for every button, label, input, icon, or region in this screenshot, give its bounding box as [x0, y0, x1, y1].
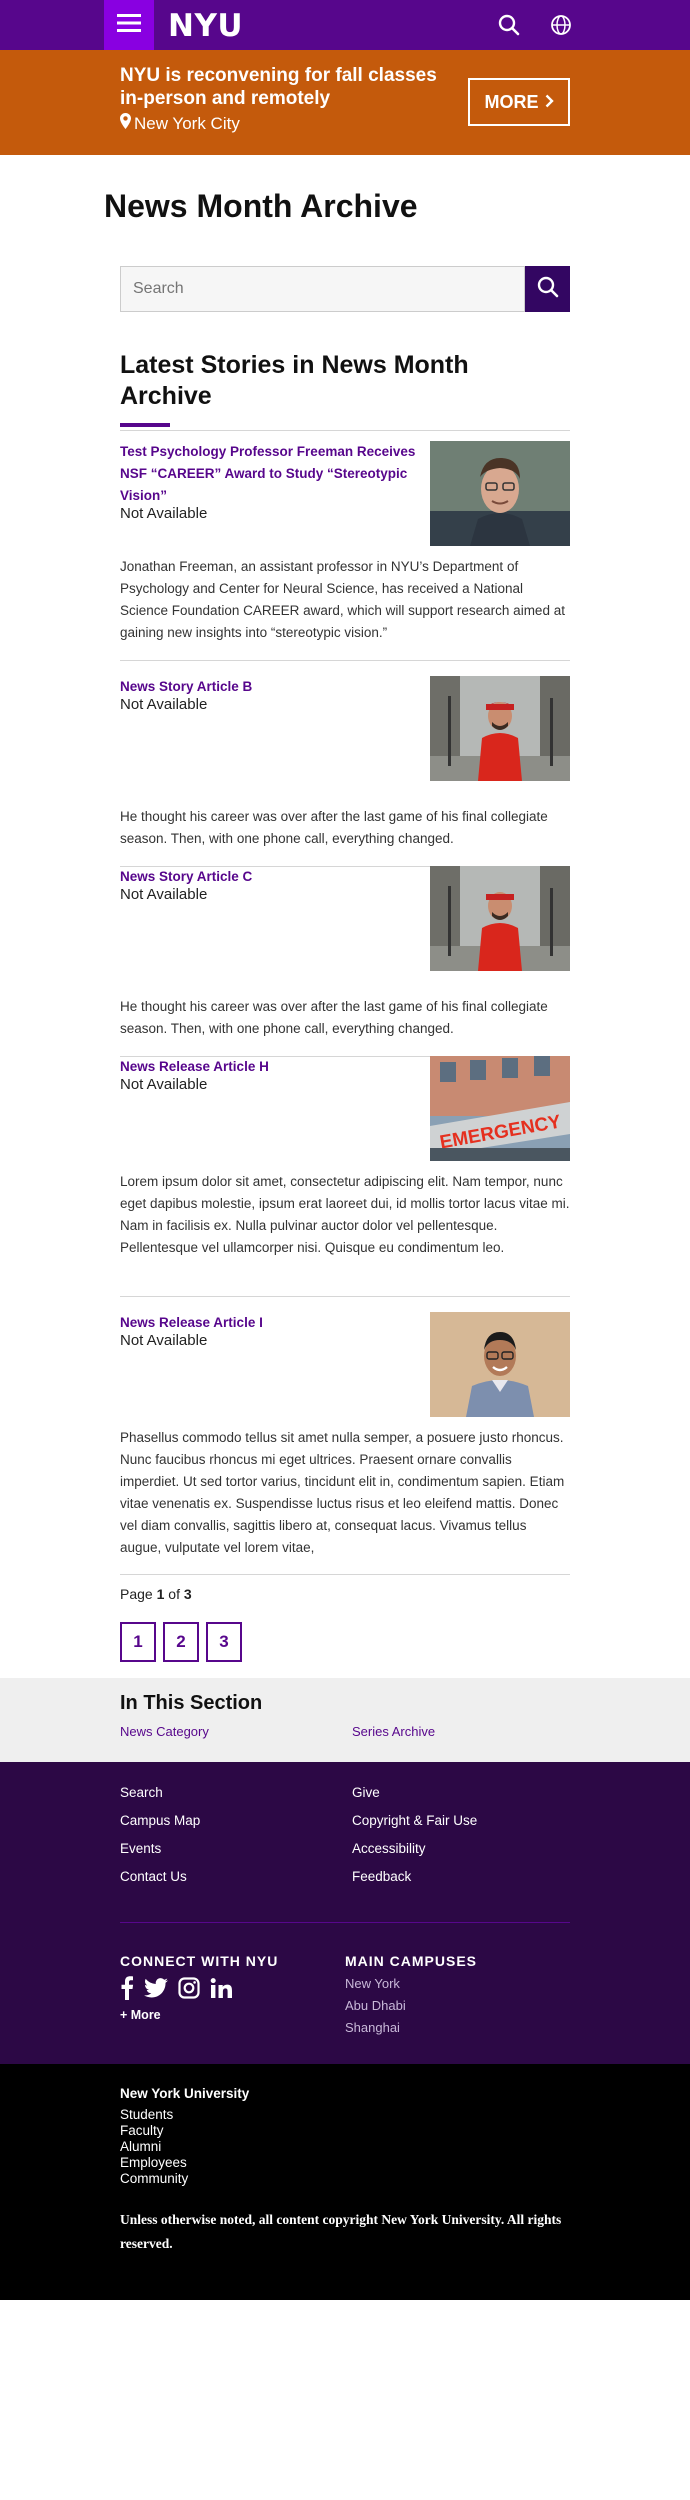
page-title: News Month Archive [104, 188, 418, 224]
linkedin-icon[interactable] [210, 1977, 232, 1999]
story-summary: He thought his career was over after the… [120, 809, 548, 846]
story-summary: Jonathan Freeman, an assistant professor… [120, 559, 565, 640]
hamburger-icon [117, 13, 141, 38]
story-thumbnail[interactable] [430, 676, 570, 781]
story-title-link[interactable]: News Story Article C [120, 866, 425, 888]
connect-heading: CONNECT WITH NYU [120, 1953, 279, 1969]
top-navigation-bar: NYU [0, 0, 690, 50]
map-pin-icon [120, 113, 131, 134]
story-date: Not Available [120, 1076, 208, 1093]
alert-location: New York City [120, 113, 240, 134]
story-thumbnail[interactable] [430, 866, 570, 971]
story-summary: Lorem ipsum dolor sit amet, consectetur … [120, 1174, 570, 1255]
nyu-logo[interactable]: NYU [168, 8, 243, 44]
campus-shanghai[interactable]: Shanghai [345, 2020, 400, 2035]
social-more-link[interactable]: + More [120, 2008, 161, 2022]
page-link-1[interactable]: 1 [120, 1622, 156, 1662]
footer-link-events[interactable]: Events [120, 1841, 161, 1856]
twitter-icon[interactable] [144, 1978, 168, 1998]
search-submit-button[interactable] [525, 266, 570, 312]
facebook-icon[interactable] [120, 1976, 134, 2000]
footer-link-contact-us[interactable]: Contact Us [120, 1869, 187, 1884]
footer-link-accessibility[interactable]: Accessibility [352, 1841, 426, 1856]
globe-icon[interactable] [548, 12, 574, 38]
story-date: Not Available [120, 696, 208, 713]
divider [120, 1296, 570, 1297]
story-date: Not Available [120, 1332, 208, 1349]
section-accent-rule [120, 423, 170, 427]
bottom-link-community[interactable]: Community [120, 2171, 188, 2186]
bottom-link-employees[interactable]: Employees [120, 2155, 187, 2170]
pagination-status: Page 1 of 3 [120, 1586, 192, 1602]
alert-banner: NYU is reconvening for fall classes in-p… [0, 50, 690, 155]
campuses-heading: MAIN CAMPUSES [345, 1953, 478, 1969]
story-date: Not Available [120, 886, 208, 903]
search-input[interactable] [120, 266, 525, 312]
link-series-archive[interactable]: Series Archive [352, 1724, 435, 1739]
page-link-2[interactable]: 2 [163, 1622, 199, 1662]
link-news-category[interactable]: News Category [120, 1724, 209, 1739]
pagination-total: 3 [183, 1586, 192, 1602]
pagination-prefix: Page [120, 1586, 153, 1602]
story-title-link[interactable]: News Release Article I [120, 1312, 425, 1334]
in-this-section: In This Section News Category Series Arc… [0, 1678, 690, 1762]
section-title: Latest Stories in News Month Archive [120, 351, 469, 410]
in-section-title: In This Section [120, 1692, 263, 1714]
divider [120, 430, 570, 431]
footer: Search Campus Map Events Contact Us Give… [0, 1762, 690, 2064]
story-summary: He thought his career was over after the… [120, 999, 548, 1036]
story-thumbnail[interactable] [430, 441, 570, 546]
bottom-footer: New York University Students Faculty Alu… [0, 2064, 690, 2300]
divider [120, 1574, 570, 1575]
story-title-link[interactable]: News Release Article H [120, 1056, 425, 1078]
footer-link-search[interactable]: Search [120, 1785, 163, 1800]
search-icon[interactable] [496, 12, 522, 38]
alert-more-label: MORE [484, 91, 539, 112]
bottom-link-students[interactable]: Students [120, 2107, 173, 2122]
chevron-right-icon [545, 92, 554, 113]
alert-title: NYU is reconvening for fall classes in-p… [120, 65, 437, 109]
search-form [120, 266, 570, 312]
instagram-icon[interactable] [178, 1977, 200, 1999]
story-summary: Phasellus commodo tellus sit amet nulla … [120, 1430, 565, 1555]
university-name: New York University [120, 2086, 250, 2101]
alert-location-text: New York City [134, 113, 240, 133]
pagination: 1 2 3 [120, 1622, 242, 1662]
copyright-notice: Unless otherwise noted, all content copy… [120, 2212, 562, 2251]
social-links [120, 1976, 232, 2000]
bottom-link-alumni[interactable]: Alumni [120, 2139, 161, 2154]
alert-more-button[interactable]: MORE [468, 78, 570, 126]
story-thumbnail[interactable]: EMERGENCY [430, 1056, 570, 1161]
menu-button[interactable] [104, 0, 154, 50]
footer-link-feedback[interactable]: Feedback [352, 1869, 411, 1884]
story-thumbnail[interactable] [430, 1312, 570, 1417]
bottom-link-faculty[interactable]: Faculty [120, 2123, 164, 2138]
search-icon [536, 275, 560, 304]
pagination-current: 1 [156, 1586, 165, 1602]
campus-new-york[interactable]: New York [345, 1976, 400, 1991]
story-date: Not Available [120, 505, 208, 522]
campus-abu-dhabi[interactable]: Abu Dhabi [345, 1998, 406, 2013]
page-link-3[interactable]: 3 [206, 1622, 242, 1662]
story-title-link[interactable]: Test Psychology Professor Freeman Receiv… [120, 441, 425, 507]
footer-link-copyright[interactable]: Copyright & Fair Use [352, 1813, 477, 1828]
pagination-of: of [168, 1586, 180, 1602]
divider [120, 660, 570, 661]
footer-link-campus-map[interactable]: Campus Map [120, 1813, 200, 1828]
footer-divider [120, 1922, 570, 1923]
footer-link-give[interactable]: Give [352, 1785, 380, 1800]
story-title-link[interactable]: News Story Article B [120, 676, 425, 698]
